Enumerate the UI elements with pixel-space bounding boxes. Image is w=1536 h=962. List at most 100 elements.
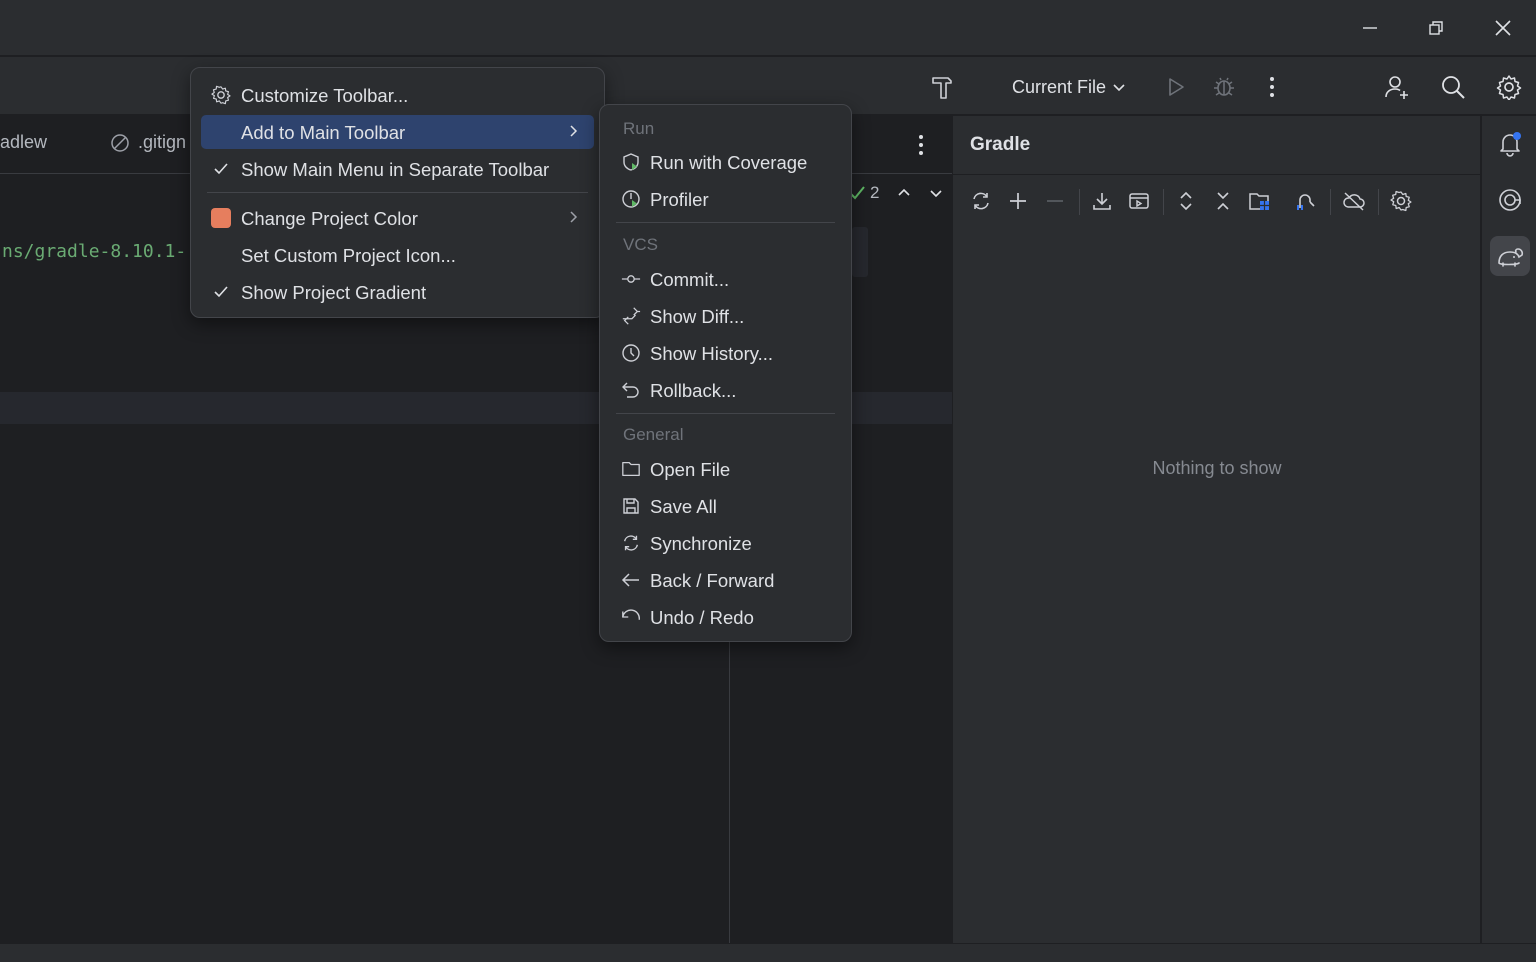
chevron-down-icon [1112, 80, 1126, 94]
scroll-marker [852, 227, 868, 277]
gradle-elephant-icon[interactable] [1490, 236, 1530, 276]
menu-item-change-project-color[interactable]: Change Project Color [201, 201, 594, 235]
chevron-right-icon [568, 210, 580, 224]
menu-item-save-all[interactable]: Save All [610, 489, 841, 523]
chevron-right-icon [568, 124, 580, 138]
editor-tab[interactable]: .gitign [110, 132, 186, 153]
ai-assistant-icon[interactable] [1490, 180, 1530, 220]
menu-item-label: Back / Forward [650, 570, 775, 591]
build-hammer-icon[interactable] [925, 70, 959, 104]
commit-icon [621, 269, 641, 289]
gradle-title: Gradle [970, 134, 1031, 155]
menu-item-customize-toolbar[interactable]: Customize Toolbar... [201, 78, 594, 112]
color-swatch-icon [211, 208, 231, 228]
menu-item-label: Change Project Color [241, 208, 418, 229]
right-tool-strip [1481, 116, 1536, 943]
right-margin-guide [729, 635, 730, 943]
run-config-label: Current File [1012, 76, 1107, 97]
add-icon[interactable] [1004, 187, 1032, 215]
run-task-icon[interactable] [1125, 187, 1153, 215]
menu-item-show-history[interactable]: Show History... [610, 336, 841, 370]
chevron-up-icon[interactable] [897, 186, 911, 200]
menu-item-label: Synchronize [650, 533, 752, 554]
editor-tab[interactable]: adlew [0, 132, 47, 153]
section-header-general: General [623, 425, 684, 444]
more-vertical-icon[interactable] [1255, 70, 1289, 104]
open-settings-file-icon[interactable] [1246, 187, 1274, 215]
menu-item-label: Run with Coverage [650, 152, 808, 173]
back-arrow-icon [621, 570, 641, 590]
gradle-settings-icon[interactable] [1387, 187, 1415, 215]
menu-item-label: Open File [650, 459, 731, 480]
section-header-vcs: VCS [623, 235, 658, 254]
tab-label: adlew [0, 132, 48, 152]
collapse-all-icon[interactable] [1209, 187, 1237, 215]
menu-item-show-main-menu-separate[interactable]: Show Main Menu in Separate Toolbar [201, 152, 594, 186]
menu-item-label: Profiler [650, 189, 709, 210]
menu-item-label: Add to Main Toolbar [241, 122, 406, 143]
notifications-bell-icon[interactable] [1490, 124, 1530, 164]
inspection-widget[interactable]: 2 [848, 183, 943, 203]
menu-item-label: Show History... [650, 343, 774, 364]
menu-item-add-to-main-toolbar[interactable]: Add to Main Toolbar [201, 115, 594, 149]
run-icon[interactable] [1159, 70, 1193, 104]
checkmark-icon [211, 159, 231, 179]
empty-state-text: Nothing to show [1152, 458, 1282, 478]
run-coverage-icon [621, 152, 641, 172]
folder-icon [621, 459, 641, 479]
debug-icon[interactable] [1207, 70, 1241, 104]
gradle-toolbar [953, 174, 1481, 226]
checkmark-icon [211, 282, 231, 302]
synchronize-icon [621, 533, 641, 553]
gradle-tool-window: Gradle Nothing to show [952, 116, 1481, 943]
title-bar [0, 0, 1536, 56]
menu-item-label: Customize Toolbar... [241, 85, 409, 106]
chevron-down-icon[interactable] [929, 186, 943, 200]
menu-item-label: Save All [650, 496, 717, 517]
menu-item-show-project-gradient[interactable]: Show Project Gradient [201, 275, 594, 309]
menu-item-label: Rollback... [650, 380, 737, 401]
undo-icon [621, 607, 641, 627]
restore-icon[interactable] [1418, 10, 1454, 46]
ignored-file-icon [110, 133, 130, 153]
menu-item-label: Show Diff... [650, 306, 745, 327]
menu-item-profiler[interactable]: Profiler [610, 182, 841, 216]
menu-item-undo-redo[interactable]: Undo / Redo [610, 600, 841, 634]
gradle-header: Gradle [953, 116, 1481, 174]
expand-all-icon[interactable] [1172, 187, 1200, 215]
add-to-toolbar-submenu: Run Run with Coverage Profiler VCS Commi… [599, 104, 852, 642]
section-header-run: Run [623, 119, 655, 138]
more-vertical-icon[interactable] [918, 134, 924, 156]
search-icon[interactable] [1436, 70, 1470, 104]
close-icon[interactable] [1485, 10, 1521, 46]
tab-label: .gitign [138, 132, 187, 152]
settings-gear-icon[interactable] [1492, 70, 1526, 104]
menu-item-label: Undo / Redo [650, 607, 754, 628]
menu-item-back-forward[interactable]: Back / Forward [610, 563, 841, 597]
profiler-icon [621, 189, 641, 209]
add-user-icon[interactable] [1380, 70, 1414, 104]
remove-icon[interactable] [1041, 187, 1069, 215]
menu-item-rollback[interactable]: Rollback... [610, 373, 841, 407]
download-sources-icon[interactable] [1088, 187, 1116, 215]
code-line: ns/gradle-8.10.1- [2, 241, 187, 262]
menu-item-label: Show Project Gradient [241, 282, 427, 303]
dependency-analyzer-icon[interactable] [1291, 187, 1319, 215]
run-configuration-selector[interactable]: Current File [1004, 70, 1134, 104]
menu-item-label: Commit... [650, 269, 730, 290]
reload-icon[interactable] [967, 187, 995, 215]
inspection-count: 2 [870, 183, 880, 202]
gear-icon [211, 85, 231, 105]
menu-item-run-with-coverage[interactable]: Run with Coverage [610, 145, 841, 179]
menu-item-set-custom-project-icon[interactable]: Set Custom Project Icon... [201, 238, 594, 272]
menu-item-label: Set Custom Project Icon... [241, 245, 456, 266]
menu-item-commit[interactable]: Commit... [610, 262, 841, 296]
menu-item-synchronize[interactable]: Synchronize [610, 526, 841, 560]
diff-icon [621, 306, 641, 326]
menu-item-show-diff[interactable]: Show Diff... [610, 299, 841, 333]
minimize-icon[interactable] [1352, 10, 1388, 46]
menu-item-open-file[interactable]: Open File [610, 452, 841, 486]
rollback-icon [621, 380, 641, 400]
offline-mode-icon[interactable] [1340, 187, 1368, 215]
status-bar [0, 943, 1536, 962]
